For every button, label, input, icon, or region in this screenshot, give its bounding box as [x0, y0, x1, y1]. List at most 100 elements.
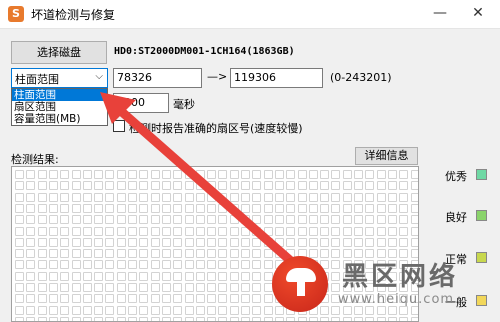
sector-block — [150, 316, 160, 321]
sector-block — [195, 226, 205, 236]
sector-block — [297, 226, 307, 236]
sector-block — [37, 192, 47, 202]
sector-block — [82, 305, 92, 315]
sector-block — [116, 271, 126, 281]
sector-block — [331, 192, 341, 202]
timeout-input[interactable]: 3000 — [113, 93, 169, 113]
sector-block — [94, 316, 104, 321]
sector-block — [15, 316, 24, 321]
sector-block — [195, 203, 205, 213]
sector-block — [241, 305, 250, 315]
sector-block — [354, 226, 363, 236]
sector-block — [15, 192, 24, 202]
sector-block — [60, 237, 70, 247]
sector-block — [116, 192, 126, 202]
sector-block — [94, 305, 104, 315]
sector-block — [105, 170, 115, 179]
range-option-capacity[interactable]: 容量范围(MB) — [12, 113, 107, 125]
sector-block — [365, 237, 375, 247]
timeout-unit-label: 毫秒 — [173, 98, 195, 111]
chevron-down-icon[interactable]: ⌵ — [95, 71, 103, 82]
sector-block — [37, 226, 47, 236]
sector-block — [15, 203, 24, 213]
range-start-input[interactable]: 78326 — [113, 68, 202, 88]
sector-block — [274, 226, 284, 236]
sector-block — [241, 260, 250, 270]
sector-block — [195, 294, 205, 304]
sector-block — [82, 316, 92, 321]
detail-info-button[interactable]: 详细信息 — [355, 147, 418, 165]
sector-block — [229, 283, 239, 292]
sector-block — [342, 181, 352, 191]
sector-block — [252, 249, 262, 259]
sector-block — [229, 203, 239, 213]
sector-block — [116, 260, 126, 270]
sector-block — [60, 170, 70, 179]
sector-block — [116, 305, 126, 315]
sector-block — [297, 192, 307, 202]
sector-block — [71, 316, 81, 321]
sector-block — [48, 215, 58, 225]
sector-block — [15, 237, 24, 247]
sector-block — [173, 226, 183, 236]
sector-block — [297, 170, 307, 179]
sector-block — [241, 316, 250, 321]
sector-block — [286, 192, 296, 202]
sector-block — [37, 237, 47, 247]
sector-block — [399, 192, 409, 202]
sector-block — [241, 249, 250, 259]
sector-block — [376, 192, 386, 202]
select-disk-button[interactable]: 选择磁盘 — [11, 41, 107, 64]
close-button[interactable]: ✕ — [461, 0, 495, 28]
range-option-sector[interactable]: 扇区范围 — [12, 101, 107, 113]
sector-block — [161, 271, 171, 281]
sector-block — [26, 170, 36, 179]
sector-block — [116, 203, 126, 213]
sector-block — [195, 249, 205, 259]
sector-block — [139, 203, 149, 213]
sector-block — [229, 305, 239, 315]
sector-block — [128, 283, 137, 292]
sector-block — [331, 181, 341, 191]
sector-block — [218, 203, 228, 213]
sector-block — [150, 226, 160, 236]
range-end-input[interactable]: 119306 — [230, 68, 323, 88]
sector-block — [207, 260, 217, 270]
sector-block — [218, 215, 228, 225]
sector-block — [387, 181, 397, 191]
sector-block — [184, 181, 194, 191]
sector-block — [15, 271, 24, 281]
sector-block — [173, 181, 183, 191]
sector-block — [331, 203, 341, 213]
sector-block — [207, 181, 217, 191]
sector-block — [139, 215, 149, 225]
sector-block — [229, 316, 239, 321]
sector-block — [26, 294, 36, 304]
range-type-select[interactable]: 柱面范围 ⌵ — [11, 68, 108, 88]
sector-block — [48, 260, 58, 270]
sector-block — [128, 271, 137, 281]
sector-block — [229, 237, 239, 247]
sector-block — [48, 294, 58, 304]
sector-block — [161, 283, 171, 292]
minimize-button[interactable]: — — [423, 0, 457, 28]
sector-block — [410, 181, 418, 191]
sector-block — [184, 226, 194, 236]
sector-block — [376, 181, 386, 191]
sector-block — [105, 260, 115, 270]
sector-block — [161, 305, 171, 315]
watermark-text: 黑区网络 — [342, 262, 459, 292]
sector-block — [241, 271, 250, 281]
sector-block — [173, 260, 183, 270]
sector-block — [26, 192, 36, 202]
sector-block — [161, 260, 171, 270]
range-option-cylinder[interactable]: 柱面范围 — [12, 89, 107, 101]
sector-block — [410, 170, 418, 179]
sector-block — [410, 215, 418, 225]
sector-block — [241, 294, 250, 304]
sector-block — [410, 237, 418, 247]
sector-block — [308, 192, 318, 202]
sector-block — [241, 170, 250, 179]
sector-block — [173, 305, 183, 315]
report-sector-checkbox[interactable] — [113, 120, 125, 132]
